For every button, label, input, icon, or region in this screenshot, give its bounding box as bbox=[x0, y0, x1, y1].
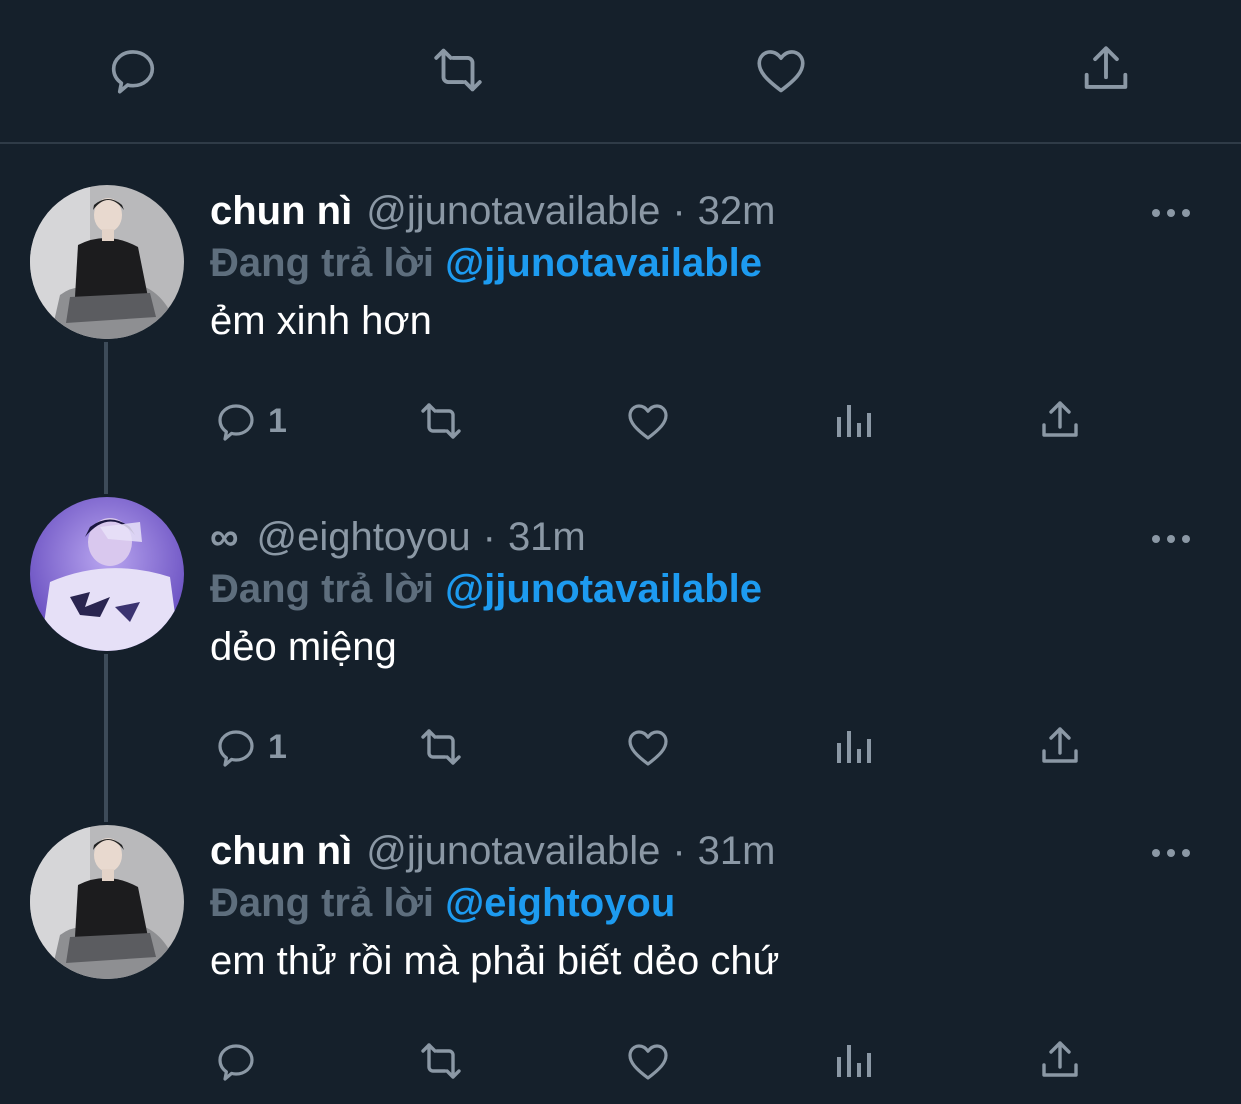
more-options-button[interactable] bbox=[1151, 193, 1191, 233]
tweet-text: dẻo miệng bbox=[210, 625, 397, 669]
comment-icon bbox=[111, 50, 155, 94]
replying-to-user-link[interactable]: @jjunotavailable bbox=[445, 241, 762, 285]
avatar[interactable] bbox=[30, 497, 184, 651]
like-button[interactable] bbox=[624, 391, 672, 451]
like-button[interactable] bbox=[751, 40, 811, 100]
share-icon bbox=[1084, 46, 1128, 89]
username[interactable]: @eightoyou bbox=[257, 511, 471, 563]
like-button[interactable] bbox=[624, 717, 672, 777]
focused-tweet-action-bar bbox=[0, 0, 1241, 144]
share-button[interactable] bbox=[1036, 1031, 1084, 1091]
tweet-action-bar bbox=[0, 1031, 1241, 1091]
timestamp[interactable]: 32m bbox=[698, 185, 776, 237]
more-icon bbox=[1152, 209, 1190, 217]
retweet-icon bbox=[421, 1043, 461, 1079]
username[interactable]: @jjunotavailable bbox=[366, 825, 660, 877]
replying-to: Đang trả lời @jjunotavailable bbox=[210, 237, 762, 289]
more-options-button[interactable] bbox=[1151, 833, 1191, 873]
retweet-button[interactable] bbox=[428, 40, 488, 100]
heart-icon bbox=[628, 1044, 668, 1080]
heart-icon bbox=[628, 730, 668, 766]
retweet-icon bbox=[421, 729, 461, 765]
more-icon bbox=[1152, 535, 1190, 543]
timestamp[interactable]: 31m bbox=[508, 511, 586, 563]
analytics-icon bbox=[837, 731, 871, 763]
comment-icon bbox=[218, 730, 254, 767]
replying-to: Đang trả lời @jjunotavailable bbox=[210, 563, 762, 615]
retweet-button[interactable] bbox=[417, 717, 465, 777]
separator-dot: · bbox=[672, 189, 686, 233]
display-name[interactable]: chun nì bbox=[210, 825, 352, 877]
share-button[interactable] bbox=[1036, 717, 1084, 777]
reply-tweet[interactable]: ∞ @eightoyou · 31m Đang trả lời @jjunota… bbox=[0, 497, 1241, 801]
replying-to-label: Đang trả lời bbox=[210, 567, 435, 611]
tweet-header: ∞ @eightoyou · 31m bbox=[210, 511, 586, 563]
replying-to-user-link[interactable]: @jjunotavailable bbox=[445, 567, 762, 611]
reply-button[interactable]: 1 bbox=[212, 717, 287, 777]
analytics-button[interactable] bbox=[831, 1031, 879, 1091]
retweet-button[interactable] bbox=[417, 1031, 465, 1091]
tweet-header: chun nì @jjunotavailable · 31m bbox=[210, 825, 775, 877]
replying-to-label: Đang trả lời bbox=[210, 881, 435, 925]
share-icon bbox=[1042, 1041, 1078, 1077]
like-button[interactable] bbox=[624, 1031, 672, 1091]
share-icon bbox=[1042, 401, 1078, 437]
more-options-button[interactable] bbox=[1151, 519, 1191, 559]
retweet-icon bbox=[421, 403, 461, 439]
reply-count: 1 bbox=[268, 727, 287, 766]
retweet-icon bbox=[434, 48, 482, 92]
retweet-button[interactable] bbox=[417, 391, 465, 451]
separator-dot: · bbox=[482, 515, 496, 559]
avatar[interactable] bbox=[30, 185, 184, 339]
tweet-text: em thử rồi mà phải biết dẻo chứ bbox=[210, 939, 780, 983]
analytics-button[interactable] bbox=[831, 717, 879, 777]
share-button[interactable] bbox=[1076, 40, 1136, 100]
tweet-action-bar: 1 bbox=[0, 717, 1241, 777]
more-icon bbox=[1152, 849, 1190, 857]
reply-count: 1 bbox=[268, 401, 287, 440]
replying-to-user-link[interactable]: @eightoyou bbox=[445, 881, 675, 925]
reply-button[interactable] bbox=[103, 40, 163, 100]
analytics-icon bbox=[837, 405, 871, 437]
reply-button[interactable] bbox=[212, 1031, 268, 1091]
analytics-icon bbox=[837, 1045, 871, 1077]
heart-icon bbox=[757, 50, 805, 93]
analytics-button[interactable] bbox=[831, 391, 879, 451]
timestamp[interactable]: 31m bbox=[698, 825, 776, 877]
reply-tweet[interactable]: chun nì @jjunotavailable · 32m Đang trả … bbox=[0, 185, 1241, 475]
tweet-header: chun nì @jjunotavailable · 32m bbox=[210, 185, 775, 237]
reply-button[interactable]: 1 bbox=[212, 391, 287, 451]
username[interactable]: @jjunotavailable bbox=[366, 185, 660, 237]
replying-to-label: Đang trả lời bbox=[210, 241, 435, 285]
heart-icon bbox=[628, 404, 668, 440]
display-name-infinity[interactable]: ∞ bbox=[210, 511, 238, 563]
comment-icon bbox=[218, 1044, 254, 1081]
comment-icon bbox=[218, 404, 254, 441]
share-icon bbox=[1042, 727, 1078, 763]
separator-dot: · bbox=[672, 829, 686, 873]
avatar[interactable] bbox=[30, 825, 184, 979]
tweet-text: ẻm xinh hơn bbox=[210, 299, 432, 343]
reply-tweet[interactable]: chun nì @jjunotavailable · 31m Đang trả … bbox=[0, 825, 1241, 1104]
tweet-action-bar: 1 bbox=[0, 391, 1241, 451]
replying-to: Đang trả lời @eightoyou bbox=[210, 877, 675, 929]
share-button[interactable] bbox=[1036, 391, 1084, 451]
display-name[interactable]: chun nì bbox=[210, 185, 352, 237]
